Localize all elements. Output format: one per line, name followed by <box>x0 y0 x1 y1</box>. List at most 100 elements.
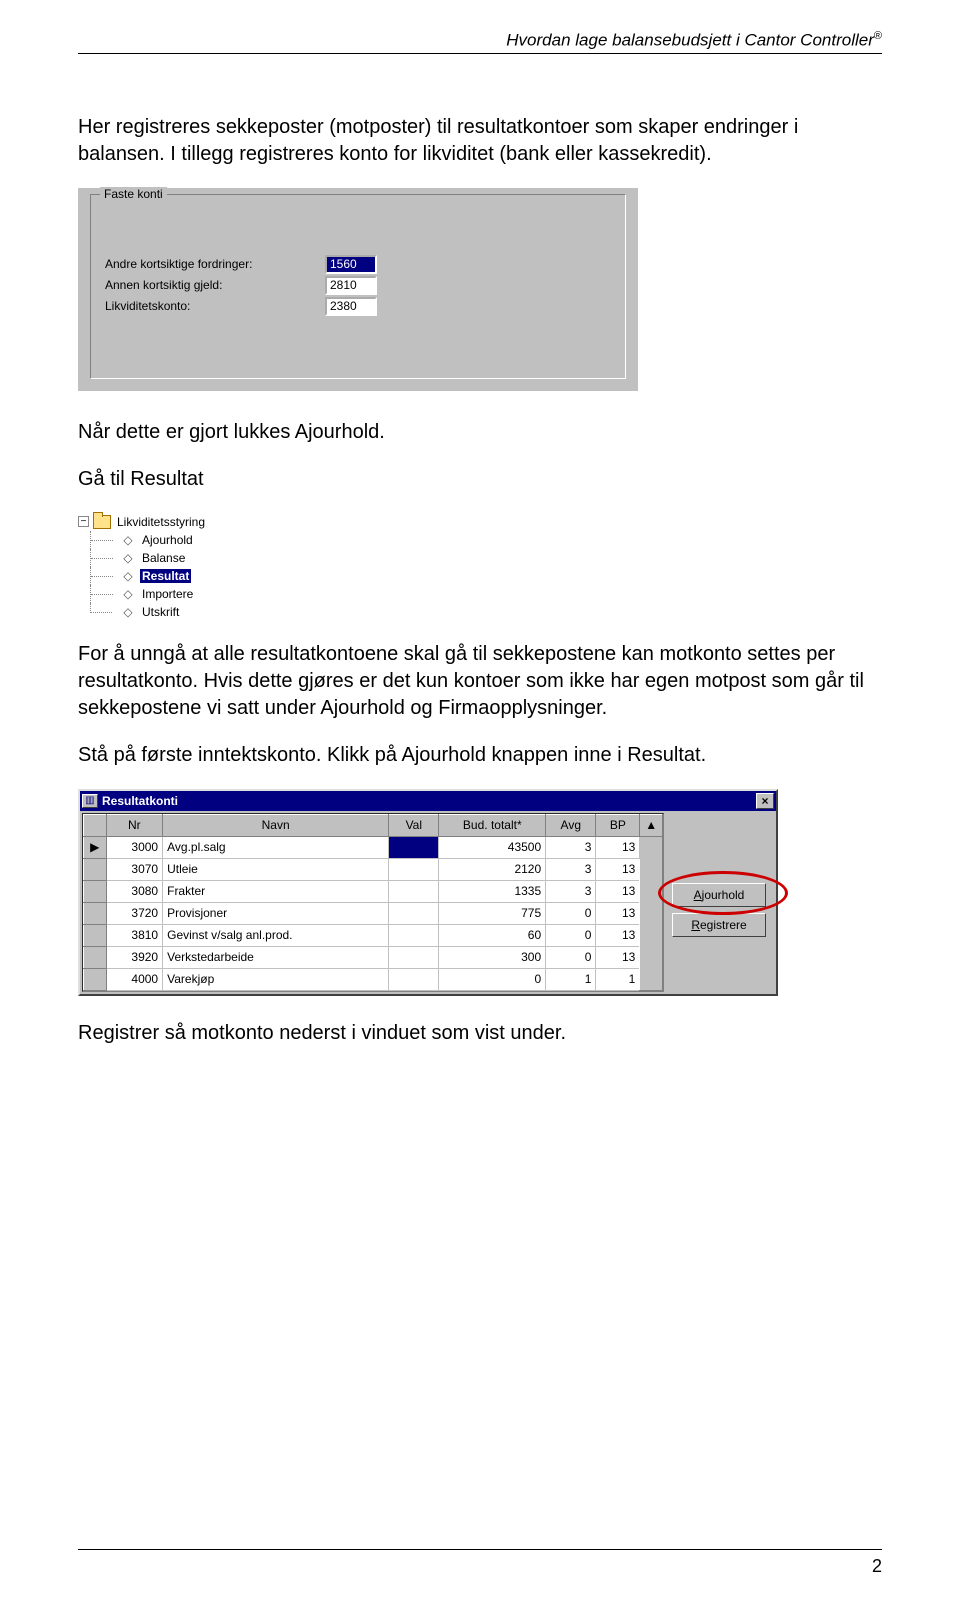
paragraph-5: Stå på første inntektskonto. Klikk på Aj… <box>78 742 882 769</box>
cell-bp[interactable]: 13 <box>596 880 640 902</box>
cell-nr[interactable]: 3080 <box>106 880 163 902</box>
resultatkonti-window: ▥ Resultatkonti × Nr Navn Val Bud. total… <box>78 789 778 996</box>
cell-bud[interactable]: 60 <box>439 924 546 946</box>
fk-input-annen-kortsiktig[interactable]: 2810 <box>325 276 377 295</box>
window-titlebar: ▥ Resultatkonti × <box>80 791 776 811</box>
cell-nr[interactable]: 3810 <box>106 924 163 946</box>
cell-nr[interactable]: 4000 <box>106 968 163 990</box>
leaf-icon: ◇ <box>120 570 136 582</box>
col-header-avg[interactable]: Avg <box>546 814 596 836</box>
cell-bud[interactable]: 1335 <box>439 880 546 902</box>
fk-input-likviditetskonto[interactable]: 2380 <box>325 297 377 316</box>
cell-bp[interactable]: 1 <box>596 968 640 990</box>
cell-avg[interactable]: 3 <box>546 858 596 880</box>
scrollbar-track[interactable] <box>640 836 663 990</box>
grid-row[interactable]: 3070 Utleie 2120 3 13 <box>84 858 663 880</box>
tree-collapse-icon[interactable]: − <box>78 516 89 527</box>
grid-row[interactable]: 4000 Varekjøp 0 1 1 <box>84 968 663 990</box>
tree-root-row[interactable]: − Likviditetsstyring <box>78 513 338 531</box>
cell-navn[interactable]: Frakter <box>163 880 389 902</box>
cell-avg[interactable]: 1 <box>546 968 596 990</box>
cell-bp[interactable]: 13 <box>596 858 640 880</box>
cell-navn[interactable]: Gevinst v/salg anl.prod. <box>163 924 389 946</box>
ajourhold-button[interactable]: Ajourhold <box>672 883 766 907</box>
cell-nr[interactable]: 3720 <box>106 902 163 924</box>
grid-row[interactable]: ▶ 3000 Avg.pl.salg 43500 3 13 <box>84 836 663 858</box>
cell-bud[interactable]: 300 <box>439 946 546 968</box>
registrere-button[interactable]: Registrere <box>672 913 766 937</box>
cell-navn[interactable]: Verkstedarbeide <box>163 946 389 968</box>
cell-val-selected[interactable] <box>389 836 439 858</box>
cell-bp[interactable]: 13 <box>596 924 640 946</box>
cell-navn[interactable]: Varekjøp <box>163 968 389 990</box>
col-header-bud[interactable]: Bud. totalt* <box>439 814 546 836</box>
col-header-navn[interactable]: Navn <box>163 814 389 836</box>
tree-item-resultat[interactable]: ◇ Resultat <box>78 567 338 585</box>
cell-bud[interactable]: 2120 <box>439 858 546 880</box>
cell-nr[interactable]: 3070 <box>106 858 163 880</box>
faste-konti-row: Andre kortsiktige fordringer: 1560 <box>105 255 611 274</box>
cell-bp[interactable]: 13 <box>596 836 640 858</box>
faste-konti-panel: Faste konti Andre kortsiktige fordringer… <box>78 188 638 391</box>
registrere-button-label: egistrere <box>700 918 747 932</box>
tree-item-utskrift[interactable]: ◇ Utskrift <box>78 603 338 621</box>
page-header: Hvordan lage balansebudsjett i Cantor Co… <box>78 30 882 54</box>
row-marker <box>84 858 107 880</box>
cell-avg[interactable]: 3 <box>546 836 596 858</box>
cell-bp[interactable]: 13 <box>596 902 640 924</box>
faste-konti-row: Likviditetskonto: 2380 <box>105 297 611 316</box>
scroll-up-icon[interactable]: ▲ <box>640 814 663 836</box>
grid-header-row: Nr Navn Val Bud. totalt* Avg BP ▲ <box>84 814 663 836</box>
cell-val[interactable] <box>389 946 439 968</box>
cell-nr[interactable]: 3920 <box>106 946 163 968</box>
nav-tree: − Likviditetsstyring ◇ Ajourhold ◇ Balan… <box>78 513 882 621</box>
col-header-val[interactable]: Val <box>389 814 439 836</box>
fk-input-andre-kortsiktige[interactable]: 1560 <box>325 255 377 274</box>
cell-avg[interactable]: 0 <box>546 902 596 924</box>
faste-konti-legend: Faste konti <box>100 187 167 201</box>
cell-bp[interactable]: 13 <box>596 946 640 968</box>
resultatkonti-grid[interactable]: Nr Navn Val Bud. totalt* Avg BP ▲ ▶ 3000… <box>82 813 664 992</box>
tree-item-importere[interactable]: ◇ Importere <box>78 585 338 603</box>
col-header-nr[interactable]: Nr <box>106 814 163 836</box>
paragraph-1: Her registreres sekkeposter (motposter) … <box>78 114 882 168</box>
cell-bud[interactable]: 775 <box>439 902 546 924</box>
tree-item-label: Utskrift <box>140 605 181 619</box>
cell-val[interactable] <box>389 858 439 880</box>
col-header-bp[interactable]: BP <box>596 814 640 836</box>
cell-navn[interactable]: Provisjoner <box>163 902 389 924</box>
window-title: Resultatkonti <box>102 794 756 808</box>
close-button[interactable]: × <box>756 793 774 809</box>
paragraph-6: Registrer så motkonto nederst i vinduet … <box>78 1020 882 1047</box>
cell-val[interactable] <box>389 880 439 902</box>
leaf-icon: ◇ <box>120 588 136 600</box>
cell-navn[interactable]: Utleie <box>163 858 389 880</box>
cell-avg[interactable]: 0 <box>546 946 596 968</box>
cell-navn[interactable]: Avg.pl.salg <box>163 836 389 858</box>
page-number: 2 <box>872 1556 882 1576</box>
fk-label-likviditetskonto: Likviditetskonto: <box>105 299 325 313</box>
grid-row[interactable]: 3920 Verkstedarbeide 300 0 13 <box>84 946 663 968</box>
cell-val[interactable] <box>389 968 439 990</box>
paragraph-2: Når dette er gjort lukkes Ajourhold. <box>78 419 882 446</box>
grid-row[interactable]: 3720 Provisjoner 775 0 13 <box>84 902 663 924</box>
folder-icon <box>93 515 111 529</box>
system-menu-icon[interactable]: ▥ <box>82 794 98 808</box>
tree-item-label: Balanse <box>140 551 187 565</box>
row-marker: ▶ <box>84 836 107 858</box>
cell-avg[interactable]: 3 <box>546 880 596 902</box>
cell-bud[interactable]: 0 <box>439 968 546 990</box>
leaf-icon: ◇ <box>120 606 136 618</box>
tree-item-ajourhold[interactable]: ◇ Ajourhold <box>78 531 338 549</box>
cell-val[interactable] <box>389 902 439 924</box>
registered-mark: ® <box>874 30 882 42</box>
paragraph-4: For å unngå at alle resultatkontoene ska… <box>78 641 882 722</box>
grid-row[interactable]: 3810 Gevinst v/salg anl.prod. 60 0 13 <box>84 924 663 946</box>
cell-bud[interactable]: 43500 <box>439 836 546 858</box>
tree-item-balanse[interactable]: ◇ Balanse <box>78 549 338 567</box>
cell-avg[interactable]: 0 <box>546 924 596 946</box>
cell-nr[interactable]: 3000 <box>106 836 163 858</box>
tree-item-label: Ajourhold <box>140 533 195 547</box>
grid-row[interactable]: 3080 Frakter 1335 3 13 <box>84 880 663 902</box>
cell-val[interactable] <box>389 924 439 946</box>
